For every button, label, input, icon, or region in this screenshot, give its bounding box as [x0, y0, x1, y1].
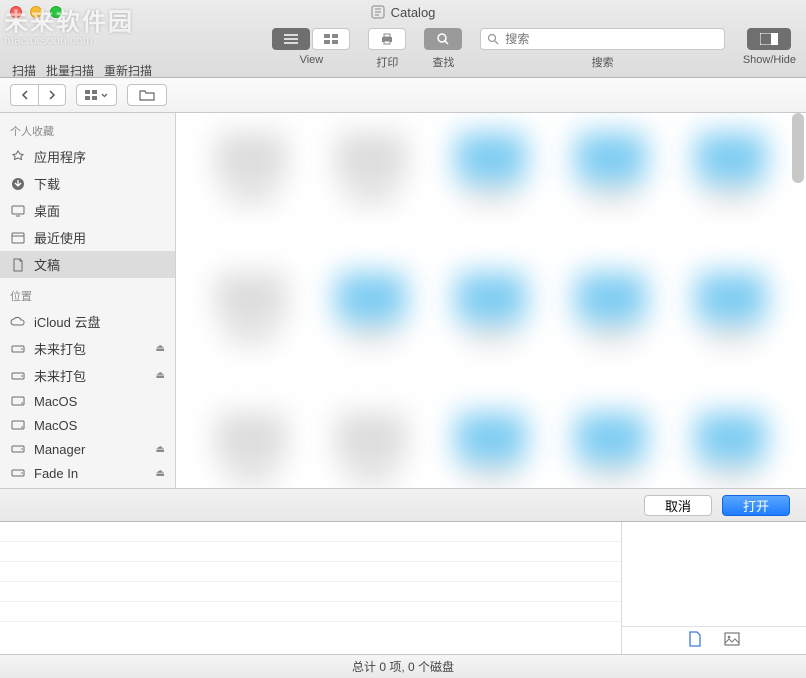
toolbar: 扫描 批量扫描 重新扫描 View 打印 查找: [0, 24, 806, 78]
zoom-window-button[interactable]: [50, 6, 62, 18]
window-title: Catalog: [391, 5, 436, 20]
search-field[interactable]: [480, 28, 724, 50]
catalog-icon: [371, 5, 385, 19]
batch-scan-label[interactable]: 批量扫描: [46, 62, 94, 79]
sidebar-item-label: Manager: [34, 442, 85, 457]
window-controls: [10, 6, 62, 18]
disk-icon: [10, 368, 26, 384]
view-mode-button[interactable]: [76, 84, 117, 106]
forward-button[interactable]: [38, 84, 66, 106]
find-label: 查找: [432, 54, 454, 70]
eject-icon[interactable]: ⏏: [156, 370, 165, 381]
sidebar-item-label: 下载: [34, 174, 60, 193]
search-label: 搜索: [592, 54, 614, 70]
print-label: 打印: [376, 54, 398, 70]
scan-controls: 扫描 批量扫描 重新扫描: [0, 62, 152, 79]
chevron-down-icon: [101, 93, 108, 98]
hdd-icon: [10, 417, 26, 433]
hdd-icon: [10, 393, 26, 409]
eject-icon[interactable]: ⏏: [156, 343, 165, 354]
rescan-label[interactable]: 重新扫描: [104, 62, 152, 79]
status-text: 总计 0 项, 0 个磁盘: [352, 658, 454, 675]
sidebar-item-desktop[interactable]: 桌面: [0, 197, 175, 224]
sidebar-item-fadein[interactable]: Fade In ⏏: [0, 461, 175, 485]
sidebar-item-label: iCloud 云盘: [34, 312, 100, 331]
sidebar-item-disk[interactable]: 未来打包 ⏏: [0, 335, 175, 362]
sidebar-item-manager[interactable]: Manager ⏏: [0, 437, 175, 461]
cancel-button[interactable]: 取消: [644, 495, 712, 516]
applications-icon: [10, 149, 26, 165]
sidebar-item-recent[interactable]: 最近使用: [0, 224, 175, 251]
view-grid-button[interactable]: [312, 28, 350, 50]
sidebar-item-label: 应用程序: [34, 147, 86, 166]
find-button[interactable]: [424, 28, 462, 50]
view-list-button[interactable]: [272, 28, 310, 50]
search-group: 搜索: [480, 28, 724, 70]
eject-icon[interactable]: ⏏: [156, 444, 165, 455]
sidebar-item-label: Fade In: [34, 466, 78, 481]
scan-label[interactable]: 扫描: [12, 62, 36, 79]
dialog-footer: 取消 打开: [0, 488, 806, 522]
view-label: View: [300, 54, 324, 66]
status-bar: 总计 0 项, 0 个磁盘: [0, 654, 806, 678]
sidebar-item-label: 文稿: [34, 255, 60, 274]
finder-panel-bar: [0, 78, 806, 113]
showhide-label: Show/Hide: [743, 54, 796, 66]
eject-icon[interactable]: ⏏: [156, 468, 165, 479]
lower-right-pane: [622, 522, 806, 654]
sidebar-item-disk[interactable]: 未来打包 ⏏: [0, 362, 175, 389]
find-group: 查找: [424, 28, 462, 70]
sidebar-item-icloud[interactable]: iCloud 云盘: [0, 308, 175, 335]
open-button[interactable]: 打开: [722, 495, 790, 516]
lower-list-pane[interactable]: [0, 522, 622, 654]
close-window-button[interactable]: [10, 6, 22, 18]
showhide-button[interactable]: [747, 28, 791, 50]
locations-header: 位置: [0, 284, 175, 308]
titlebar: Catalog: [0, 0, 806, 24]
sidebar-item-label: MacOS: [34, 418, 77, 433]
minimize-window-button[interactable]: [30, 6, 42, 18]
sidebar-item-label: 未来打包: [34, 366, 86, 385]
image-mode-icon[interactable]: [724, 632, 740, 646]
sidebar-item-macos[interactable]: MacOS: [0, 413, 175, 437]
showhide-group: Show/Hide: [743, 28, 796, 66]
sidebar-item-label: MacOS: [34, 394, 77, 409]
sidebar-item-label: 最近使用: [34, 228, 86, 247]
search-input[interactable]: [505, 32, 717, 46]
sidebar-item-label: 桌面: [34, 201, 60, 220]
disk-icon: [10, 465, 26, 481]
search-icon: [487, 33, 499, 45]
sidebar-item-macos[interactable]: MacOS: [0, 389, 175, 413]
sidebar-item-downloads[interactable]: 下载: [0, 170, 175, 197]
back-button[interactable]: [10, 84, 38, 106]
print-group: 打印: [368, 28, 406, 70]
downloads-icon: [10, 176, 26, 192]
print-button[interactable]: [368, 28, 406, 50]
content-area: 个人收藏 应用程序 下载 桌面 最近使用: [0, 78, 806, 678]
sidebar-item-applications[interactable]: 应用程序: [0, 143, 175, 170]
document-mode-icon[interactable]: [688, 631, 702, 647]
cloud-icon: [10, 314, 26, 330]
sidebar-item-label: 未来打包: [34, 339, 86, 358]
disk-icon: [10, 441, 26, 457]
desktop-icon: [10, 203, 26, 219]
recent-icon: [10, 230, 26, 246]
sidebar-item-documents[interactable]: 文稿: [0, 251, 175, 278]
view-group: View: [272, 28, 350, 66]
scrollbar-thumb[interactable]: [792, 113, 804, 183]
disk-icon: [10, 341, 26, 357]
favorites-header: 个人收藏: [0, 119, 175, 143]
nav-buttons: [10, 84, 66, 106]
documents-icon: [10, 257, 26, 273]
path-button[interactable]: [127, 84, 167, 106]
